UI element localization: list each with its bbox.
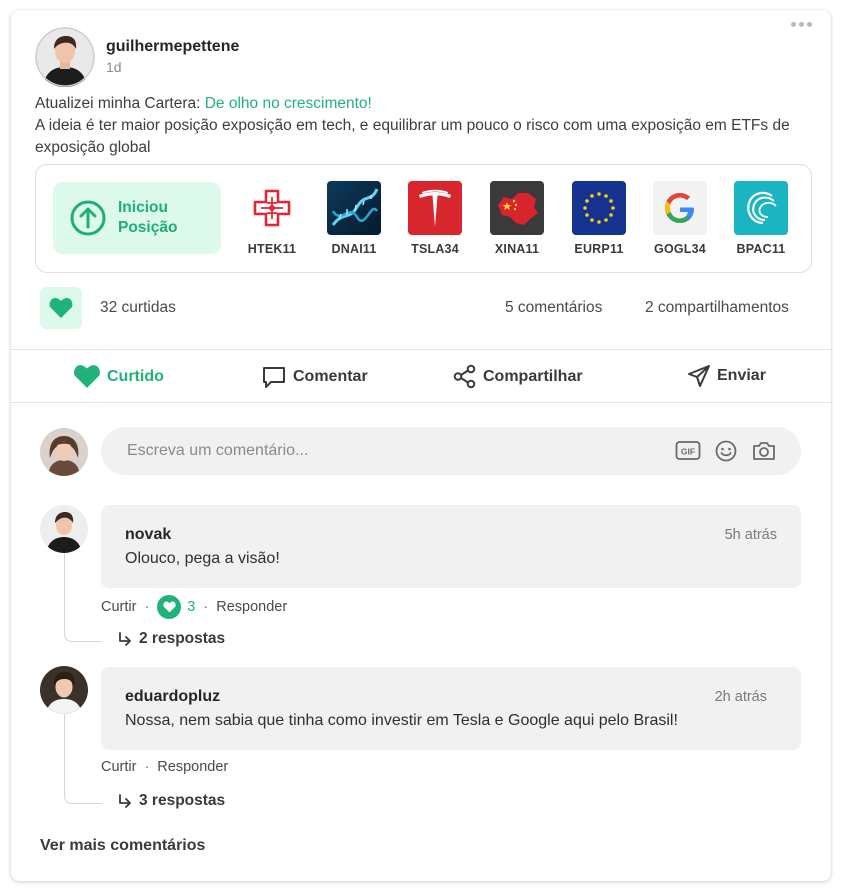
tesla-logo xyxy=(408,181,462,235)
separator: · xyxy=(203,599,209,615)
medical-cross-logo xyxy=(245,181,299,235)
heart-icon xyxy=(157,595,182,619)
comment-bubble: novak 5h atrás Olouco, pega a visão! xyxy=(101,505,801,588)
heart-icon xyxy=(49,297,73,318)
shares-count[interactable]: 2 compartilhamentos xyxy=(645,299,789,317)
camera-icon[interactable] xyxy=(751,439,775,463)
like-comment-button[interactable]: Curtir xyxy=(101,759,136,775)
divider xyxy=(11,402,831,403)
comment-time: 5h atrás xyxy=(724,527,777,543)
asset-ticker: XINA11 xyxy=(494,242,540,256)
like-comment-button[interactable]: Curtir xyxy=(101,599,136,615)
gif-icon[interactable]: GIF xyxy=(675,439,701,463)
share-icon xyxy=(453,364,476,389)
replies-count: 3 respostas xyxy=(139,792,226,809)
comment-text: Nossa, nem sabia que tinha como investir… xyxy=(125,712,678,729)
commenter-avatar[interactable] xyxy=(40,666,88,714)
asset-tsla34[interactable]: TSLA34 xyxy=(403,181,467,256)
send-button[interactable]: Enviar xyxy=(687,364,766,388)
speech-bubble-icon xyxy=(263,367,285,388)
like-badge[interactable] xyxy=(40,287,82,329)
view-more-comments-button[interactable]: Ver mais comentários xyxy=(40,837,205,855)
start-position-badge: Iniciou Posição xyxy=(53,182,221,254)
avatar[interactable] xyxy=(35,27,95,87)
china-map-logo xyxy=(490,181,544,235)
asset-ticker: DNAI11 xyxy=(331,242,377,256)
arrow-up-circle-icon xyxy=(70,200,106,236)
asset-ticker: BPAC11 xyxy=(736,242,786,256)
heart-icon xyxy=(74,365,100,388)
more-options-icon[interactable] xyxy=(791,22,812,27)
asset-gogl34[interactable]: GOGL34 xyxy=(648,181,712,256)
view-replies-button[interactable]: 3 respostas xyxy=(117,792,225,810)
portfolio-link[interactable]: De olho no crescimento! xyxy=(205,95,372,112)
asset-ticker: EURP11 xyxy=(574,242,624,256)
comments-count[interactable]: 5 comentários xyxy=(505,299,602,317)
post-card: guilhermepettene 1d Atualizei minha Cart… xyxy=(11,10,831,881)
google-logo xyxy=(653,181,707,235)
start-position-label-1: Iniciou xyxy=(118,199,168,216)
separator: · xyxy=(144,759,150,775)
asset-eurp11[interactable]: EURP11 xyxy=(567,181,631,256)
post-author[interactable]: guilhermepettene xyxy=(106,38,239,56)
paper-plane-icon xyxy=(688,365,710,387)
start-position-label-2: Posição xyxy=(118,219,178,236)
share-button[interactable]: Compartilhar xyxy=(452,364,583,389)
comment-button[interactable]: Comentar xyxy=(261,364,368,390)
comment-bubble: eduardopluz 2h atrás Nossa, nem sabia qu… xyxy=(101,667,801,750)
comment-actions: Curtir · Responder xyxy=(101,759,228,775)
asset-htek11[interactable]: HTEK11 xyxy=(240,181,304,256)
comment-input[interactable] xyxy=(127,427,647,475)
like-button[interactable]: Curtido xyxy=(73,364,164,389)
like-button-label: Curtido xyxy=(107,367,164,385)
comment-actions: Curtir · 3 · Responder xyxy=(101,595,287,619)
emoji-icon[interactable] xyxy=(714,439,738,463)
comment-time: 2h atrás xyxy=(714,689,767,705)
dna-logo xyxy=(327,181,381,235)
share-button-label: Compartilhar xyxy=(483,367,583,385)
comment-like-count: 3 xyxy=(187,599,196,615)
asset-xina11[interactable]: XINA11 xyxy=(485,181,549,256)
comment-author[interactable]: novak xyxy=(125,526,171,544)
eu-flag-logo xyxy=(572,181,626,235)
asset-ticker: TSLA34 xyxy=(411,242,459,256)
post-body: A ideia é ter maior posição exposição em… xyxy=(35,117,790,156)
reply-button[interactable]: Responder xyxy=(157,759,228,775)
comment-button-label: Comentar xyxy=(293,368,368,385)
replies-count: 2 respostas xyxy=(139,630,226,647)
reply-arrow-icon xyxy=(119,632,131,646)
current-user-avatar xyxy=(40,428,88,476)
likes-count[interactable]: 32 curtidas xyxy=(100,299,176,317)
reply-arrow-icon xyxy=(119,794,131,808)
view-replies-button[interactable]: 2 respostas xyxy=(117,630,225,648)
send-button-label: Enviar xyxy=(717,367,766,384)
svg-text:GIF: GIF xyxy=(681,447,695,457)
reply-button[interactable]: Responder xyxy=(216,599,287,615)
btg-logo xyxy=(734,181,788,235)
post-text: Atualizei minha Cartera: De olho no cres… xyxy=(35,93,815,159)
comment-text: Olouco, pega a visão! xyxy=(125,550,280,567)
asset-bpac11[interactable]: BPAC11 xyxy=(729,181,793,256)
thread-line xyxy=(64,714,102,804)
post-action-bar: Curtido Comentar Compartilhar Enviar xyxy=(11,350,831,402)
commenter-avatar[interactable] xyxy=(40,505,88,553)
asset-ticker: HTEK11 xyxy=(247,242,297,256)
asset-dnai11[interactable]: DNAI11 xyxy=(322,181,386,256)
separator: · xyxy=(144,599,150,615)
post-intro: Atualizei minha Cartera: xyxy=(35,95,205,112)
portfolio-update-box[interactable]: Iniciou Posição HTEK11 DNAI11 TSLA34 XIN… xyxy=(35,164,812,273)
thread-line xyxy=(64,553,102,642)
comment-composer: GIF xyxy=(101,427,801,475)
asset-ticker: GOGL34 xyxy=(654,242,706,256)
post-stats: 32 curtidas 5 comentários 2 compartilham… xyxy=(11,286,831,330)
post-time: 1d xyxy=(106,59,122,75)
comment-author[interactable]: eduardopluz xyxy=(125,688,220,706)
